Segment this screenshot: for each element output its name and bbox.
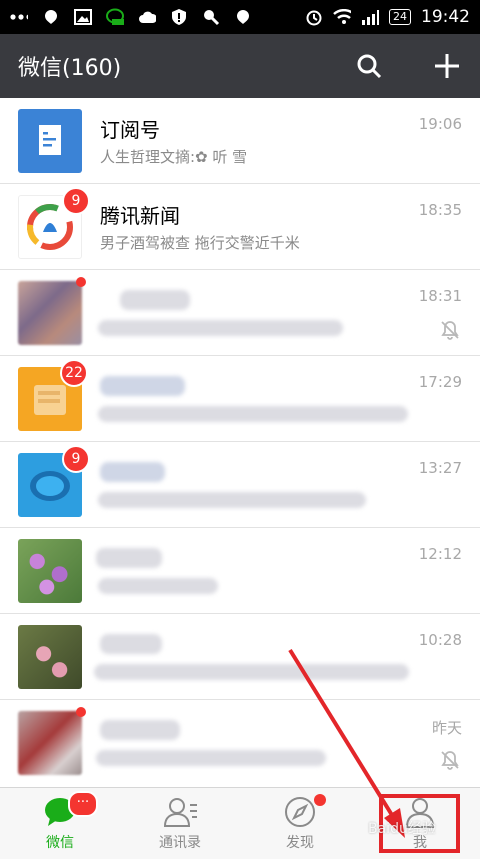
chat-name: 订阅号 bbox=[100, 118, 160, 142]
chat-row[interactable]: 10:28 bbox=[0, 614, 480, 700]
chat-row[interactable]: 12:12 bbox=[0, 528, 480, 614]
blurred-preview bbox=[96, 750, 326, 766]
gallery-icon bbox=[74, 8, 92, 26]
unread-badge: 9 bbox=[62, 187, 90, 215]
blurred-avatar bbox=[18, 711, 82, 775]
cloud-icon bbox=[138, 8, 156, 26]
page-title: 微信(160) bbox=[18, 56, 122, 81]
chat-time: 昨天 bbox=[431, 719, 462, 737]
document-icon bbox=[39, 125, 61, 155]
blurred-name bbox=[100, 376, 185, 396]
tab-label: 微信 bbox=[46, 835, 74, 851]
contacts-icon bbox=[163, 795, 197, 829]
tab-chats[interactable]: ··· 微信 bbox=[0, 788, 120, 859]
chat-time: 12:12 bbox=[418, 545, 462, 563]
app-header: 微信(160) bbox=[0, 34, 480, 98]
wechat-icon bbox=[106, 8, 124, 26]
chat-time: 19:06 bbox=[418, 115, 462, 133]
blurred-name bbox=[100, 634, 162, 654]
chat-row-tencent-news[interactable]: 9 腾讯新闻 男子酒驾被查 拖行交警近千米 18:35 bbox=[0, 184, 480, 270]
chat-preview: 男子酒驾被查 拖行交警近千米 bbox=[100, 234, 300, 252]
blurred-avatar bbox=[18, 539, 82, 603]
status-bar-right: 24 19:42 bbox=[305, 7, 470, 27]
chat-time: 18:35 bbox=[418, 201, 462, 219]
chat-time: 10:28 bbox=[418, 631, 462, 649]
header-actions bbox=[354, 51, 462, 81]
chat-time: 13:27 bbox=[418, 459, 462, 477]
blurred-preview bbox=[98, 492, 366, 508]
chat-preview: 人生哲理文摘:✿ 听 雪 bbox=[100, 148, 248, 166]
blurred-name bbox=[96, 548, 162, 568]
unread-dot bbox=[76, 277, 86, 287]
plus-icon bbox=[435, 54, 459, 78]
blurred-preview bbox=[98, 320, 343, 336]
tab-label: 通讯录 bbox=[159, 835, 201, 851]
notification-icon bbox=[234, 8, 252, 26]
chat-row[interactable]: 22 17:29 bbox=[0, 356, 480, 442]
shield-icon bbox=[170, 8, 188, 26]
add-button[interactable] bbox=[432, 51, 462, 81]
subscriptions-avatar bbox=[18, 109, 82, 173]
tab-label: 发现 bbox=[286, 835, 314, 851]
blurred-preview bbox=[98, 578, 218, 594]
status-time: 19:42 bbox=[421, 7, 470, 27]
chat-list: 订阅号 人生哲理文摘:✿ 听 雪 19:06 9 腾讯新闻 男子酒驾被查 拖行交… bbox=[0, 98, 480, 786]
unread-dot bbox=[76, 707, 86, 717]
chat-row[interactable]: 9 13:27 bbox=[0, 442, 480, 528]
discover-dot bbox=[314, 794, 326, 806]
more-badge: ··· bbox=[68, 791, 98, 817]
blurred-avatar bbox=[18, 281, 82, 345]
unread-badge: 22 bbox=[60, 359, 88, 387]
search-button[interactable] bbox=[354, 51, 384, 81]
mute-icon bbox=[440, 320, 460, 340]
blurred-name bbox=[100, 720, 180, 740]
blurred-name bbox=[120, 290, 190, 310]
more-dots-icon bbox=[10, 8, 28, 26]
chat-name: 腾讯新闻 bbox=[100, 204, 180, 228]
tool-icon bbox=[202, 8, 220, 26]
status-bar: 24 19:42 bbox=[0, 0, 480, 34]
status-bar-left bbox=[10, 8, 252, 26]
alarm-icon bbox=[305, 8, 323, 26]
tab-discover[interactable]: 发现 bbox=[240, 788, 360, 859]
blurred-name bbox=[100, 462, 165, 482]
chat-time: 18:31 bbox=[418, 287, 462, 305]
tab-contacts[interactable]: 通讯录 bbox=[120, 788, 240, 859]
notification-icon bbox=[42, 8, 60, 26]
unread-badge: 9 bbox=[62, 445, 90, 473]
mute-icon bbox=[440, 750, 460, 770]
watermark: Baidu经验 bbox=[368, 821, 436, 837]
compass-icon bbox=[283, 795, 317, 829]
wifi-icon bbox=[333, 8, 351, 26]
chat-time: 17:29 bbox=[418, 373, 462, 391]
chat-row[interactable]: 18:31 bbox=[0, 270, 480, 356]
blurred-preview bbox=[98, 406, 408, 422]
chat-row[interactable]: 昨天 bbox=[0, 700, 480, 786]
signal-icon bbox=[361, 8, 379, 26]
blurred-preview bbox=[94, 664, 409, 680]
search-icon bbox=[357, 54, 382, 79]
battery-icon: 24 bbox=[389, 9, 411, 25]
chat-row-subscriptions[interactable]: 订阅号 人生哲理文摘:✿ 听 雪 19:06 bbox=[0, 98, 480, 184]
blurred-avatar bbox=[18, 625, 82, 689]
